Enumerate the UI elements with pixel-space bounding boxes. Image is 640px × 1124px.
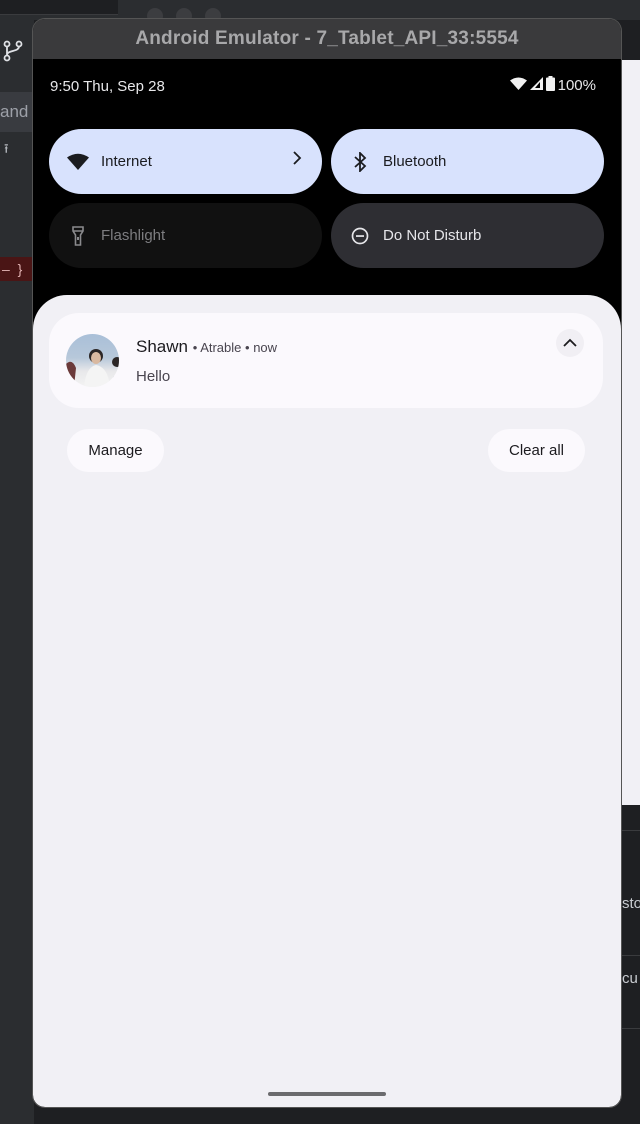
clear-all-button[interactable]: Clear all [488,429,585,472]
notification-card[interactable]: ᴧ Shawn • Atrable • now Hello [49,313,603,408]
tile-bluetooth[interactable]: Bluetooth [331,129,604,194]
tile-label: Internet [101,153,152,170]
notification-time: now [253,340,278,355]
do-not-disturb-icon [349,225,371,247]
notification-message: Hello [136,368,171,385]
git-branch-icon[interactable] [3,40,23,62]
avatar: ᴧ [66,334,119,387]
notification-header: Shawn • Atrable • now [136,337,277,357]
ide-topbar [0,0,640,20]
tile-flashlight[interactable]: Flashlight [49,203,322,268]
tile-label: Bluetooth [383,153,447,170]
collapse-button[interactable] [556,329,584,357]
ide-right-text: cu [622,970,638,987]
notification-shade: ᴧ Shawn • Atrable • now Hello Manage Cle… [33,295,621,1107]
tile-label: Flashlight [101,227,166,244]
tile-label: Do Not Disturb [383,227,482,244]
status-bar: 9:50 Thu, Sep 28 100% [33,59,621,111]
tile-do-not-disturb[interactable]: Do Not Disturb [331,203,604,268]
app-badge-icon: ᴧ [111,374,117,385]
ide-diff-marker: – } [0,257,34,281]
bluetooth-icon [349,151,371,173]
cellular-signal-icon [529,77,543,94]
upload-icon[interactable]: ⭱ [4,140,9,162]
ide-tab-text: and [0,92,34,132]
notification-sender: Shawn [136,337,188,356]
emulator-window: Android Emulator - 7_Tablet_API_33:5554 … [33,19,621,1107]
window-title: Android Emulator - 7_Tablet_API_33:5554 [33,19,621,59]
status-datetime: 9:50 Thu, Sep 28 [50,78,165,95]
chevron-up-icon [563,334,577,352]
wifi-icon [67,151,89,173]
navigation-handle[interactable] [268,1092,386,1096]
chevron-right-icon [292,151,302,169]
ide-left-panel [0,0,34,1124]
ide-right-text: sto [622,895,640,912]
notification-app: Atrable [200,340,242,355]
ide-right-panel: sto cu [622,60,640,1124]
manage-button[interactable]: Manage [67,429,164,472]
battery-percent: 100% [557,77,596,94]
battery-icon [545,76,555,95]
flashlight-icon [67,225,89,247]
tile-internet[interactable]: Internet [49,129,322,194]
separator-dot: • [192,340,198,355]
wifi-icon [509,77,527,94]
separator-dot: • [245,340,250,355]
